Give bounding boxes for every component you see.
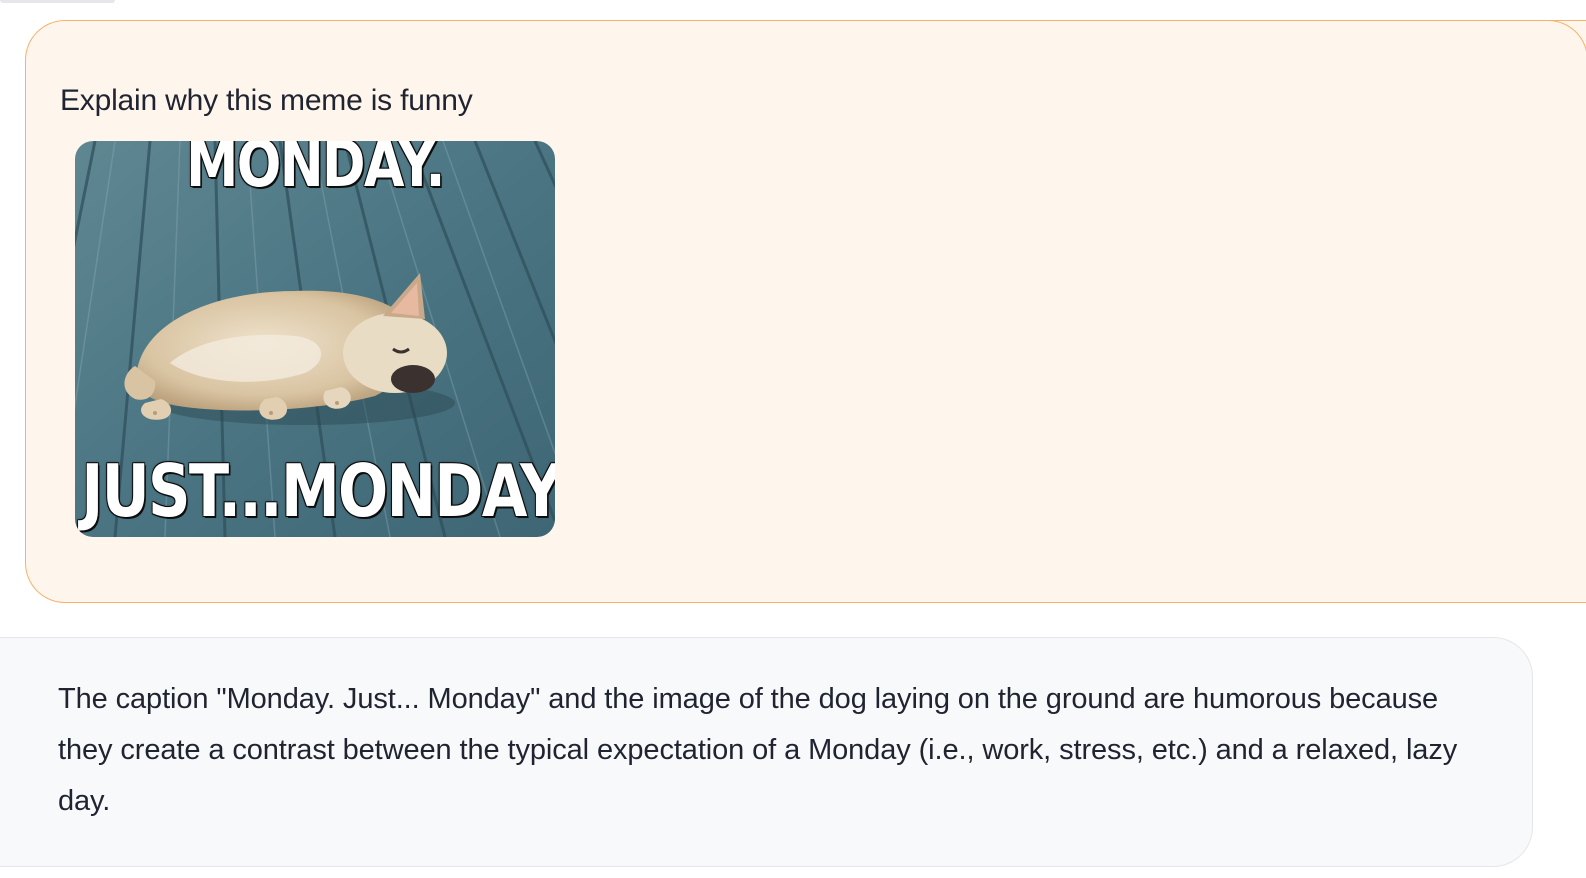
meme-image[interactable]: MONDAY. JUST...MONDAY. [75,141,555,537]
user-message-bubble: Explain why this meme is funny MONDAY. J… [25,19,1586,603]
meme-top-caption: MONDAY. [186,141,445,202]
meme-bottom-caption: JUST...MONDAY. [81,449,555,533]
user-message-text: Explain why this meme is funny [60,84,473,117]
bubble-corner [1548,19,1586,60]
assistant-message-text: The caption "Monday. Just... Monday" and… [58,683,1458,817]
top-tab-edge [0,0,115,3]
assistant-message-bubble: The caption "Monday. Just... Monday" and… [0,637,1533,867]
